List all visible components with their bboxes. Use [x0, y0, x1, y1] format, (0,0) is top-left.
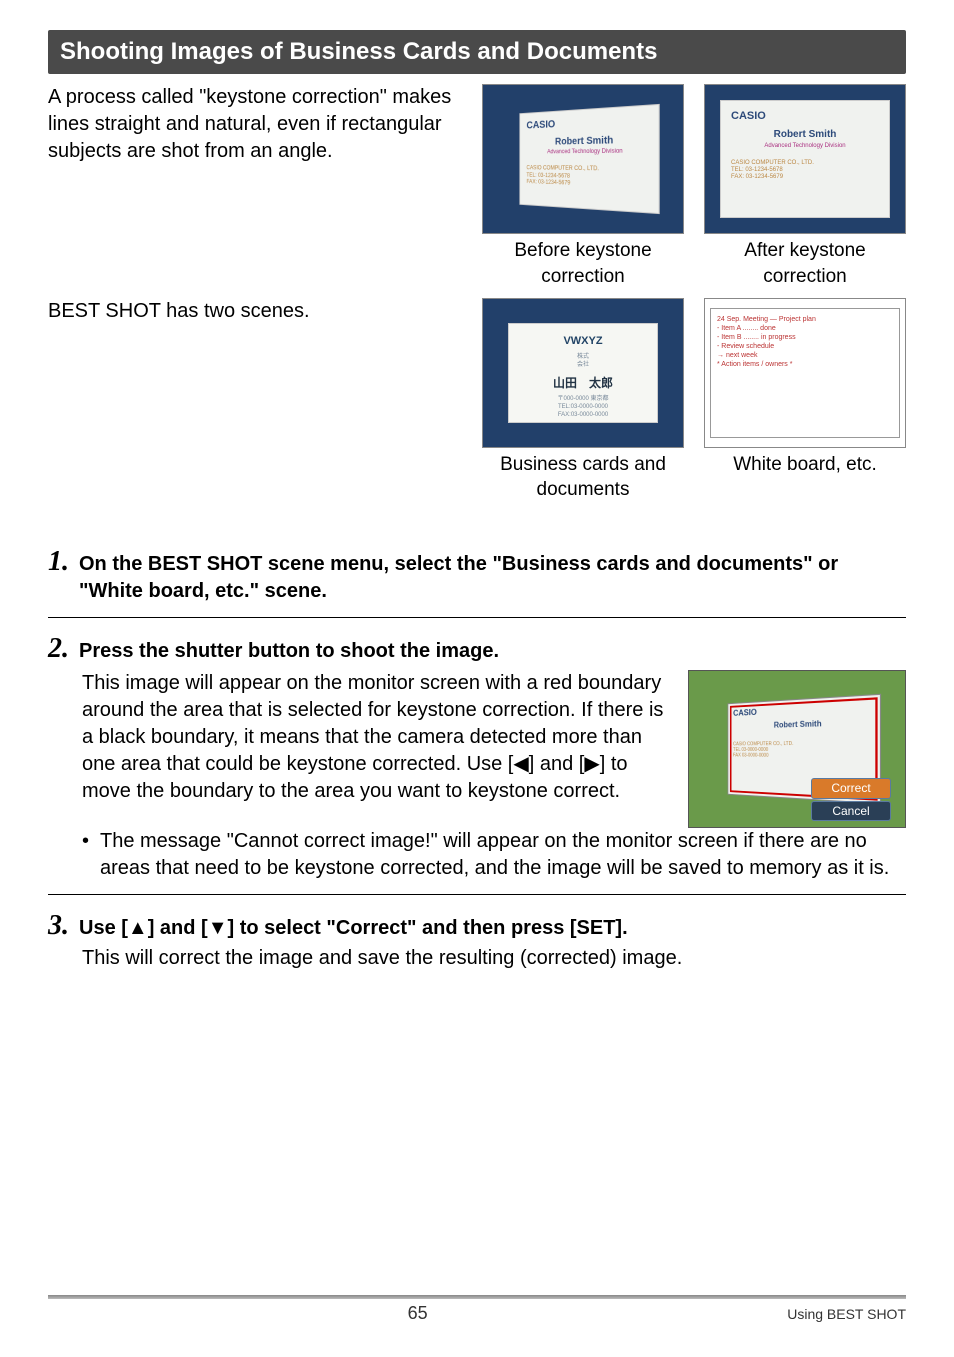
correct-button[interactable]: Correct: [811, 778, 891, 798]
step-2: 2. Press the shutter button to shoot the…: [48, 617, 906, 894]
step-title: Use [▲] and [▼] to select "Correct" and …: [79, 915, 628, 942]
page-footer: 65 Using BEST SHOT: [0, 1301, 954, 1325]
figure-before-keystone: CASIO Robert Smith Advanced Technology D…: [482, 84, 684, 289]
monitor-preview: CASIO Robert Smith CASIO COMPUTER CO., L…: [688, 670, 906, 828]
step-number: 3.: [48, 907, 69, 945]
scenes-row: BEST SHOT has two scenes. VWXYZ 株式会社 山田 …: [48, 298, 906, 503]
card-name: Robert Smith: [731, 128, 879, 142]
figure-caption: Before keystone correction: [482, 238, 684, 289]
card-brand: CASIO: [526, 113, 649, 134]
jp-card-logo: VWXYZ: [519, 334, 647, 349]
step-body: This will correct the image and save the…: [82, 945, 906, 972]
step-note: The message "Cannot correct image!" will…: [82, 828, 906, 882]
intro-text: A process called "keystone correction" m…: [48, 84, 464, 165]
footer-section: Using BEST SHOT: [787, 1305, 906, 1324]
step-body: This image will appear on the monitor sc…: [82, 670, 674, 805]
page-number: 65: [48, 1301, 787, 1325]
cancel-button[interactable]: Cancel: [811, 801, 891, 821]
best-shot-line: BEST SHOT has two scenes.: [48, 298, 464, 325]
step-number: 1.: [48, 543, 69, 581]
figure-business-cards: VWXYZ 株式会社 山田 太郎 〒000-0000 東京都TEL:03-000…: [482, 298, 684, 503]
step-1: 1. On the BEST SHOT scene menu, select t…: [48, 531, 906, 617]
section-heading: Shooting Images of Business Cards and Do…: [48, 30, 906, 74]
figure-whiteboard: 24 Sep. Meeting — Project plan - Item A …: [704, 298, 906, 503]
figure-caption: White board, etc.: [733, 452, 877, 478]
intro-row: A process called "keystone correction" m…: [48, 84, 906, 289]
procedure-steps: 1. On the BEST SHOT scene menu, select t…: [48, 531, 906, 984]
step-title: Press the shutter button to shoot the im…: [79, 638, 499, 665]
figure-caption: Business cards and documents: [482, 452, 684, 503]
step-3: 3. Use [▲] and [▼] to select "Correct" a…: [48, 894, 906, 984]
figure-caption: After keystone correction: [704, 238, 906, 289]
step-title: On the BEST SHOT scene menu, select the …: [79, 551, 906, 605]
jp-card-name: 山田 太郎: [519, 375, 647, 391]
card-brand: CASIO: [731, 109, 879, 124]
step-number: 2.: [48, 630, 69, 668]
figure-after-keystone: CASIO Robert Smith Advanced Technology D…: [704, 84, 906, 289]
